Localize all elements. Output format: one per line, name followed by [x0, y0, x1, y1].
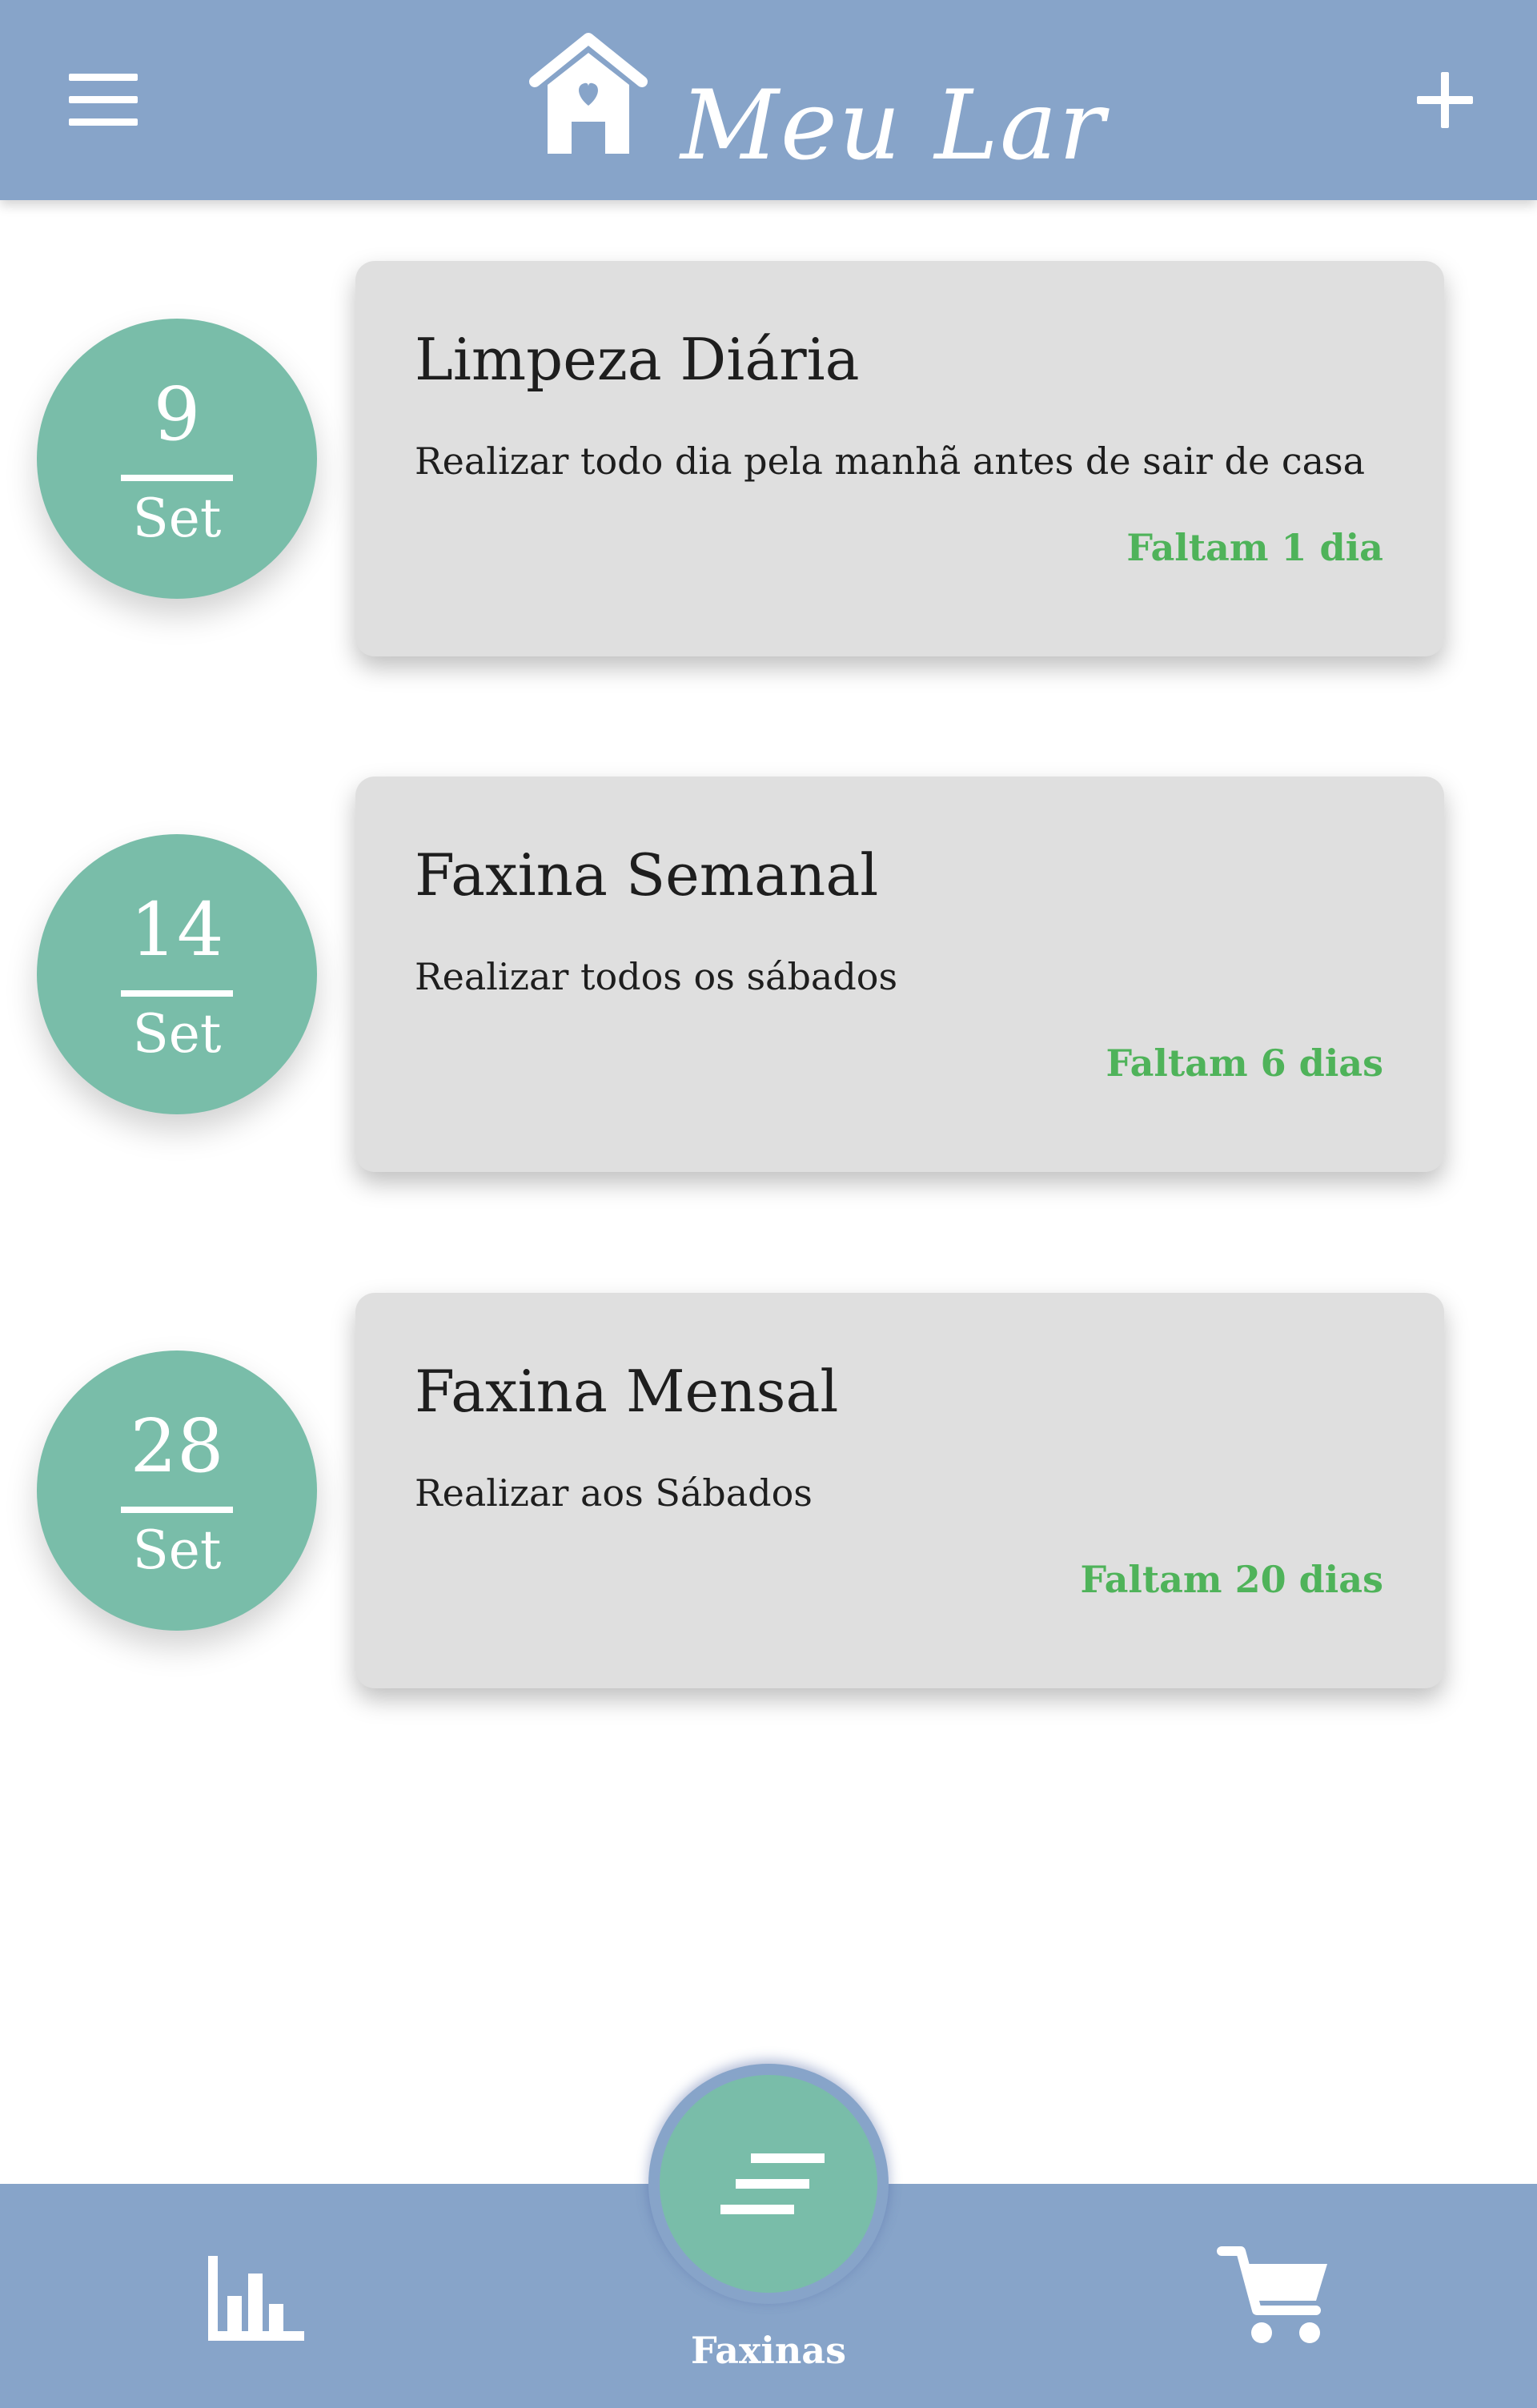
brand: Meu Lar [520, 32, 1105, 182]
date-divider [121, 475, 233, 481]
task-description: Realizar todos os sábados [415, 955, 898, 998]
task-title: Faxina Mensal [415, 1358, 839, 1425]
bar-chart-icon [208, 2256, 304, 2341]
nav-statistics-button[interactable] [200, 2248, 312, 2352]
nav-shopping-button[interactable] [1217, 2240, 1337, 2352]
task-item: 28 Set Faxina Mensal Realizar aos Sábado… [0, 1293, 1537, 1693]
add-task-button[interactable] [1409, 64, 1481, 136]
list-lines-icon [720, 2153, 825, 2214]
shopping-cart-icon [1217, 2246, 1327, 2343]
task-card[interactable]: Limpeza Diária Realizar todo dia pela ma… [355, 261, 1444, 656]
date-day: 9 [153, 371, 201, 457]
date-badge: 9 Set [37, 319, 317, 599]
date-month: Set [132, 1003, 222, 1065]
task-description: Realizar todo dia pela manhã antes de sa… [415, 439, 1366, 483]
date-divider [121, 1507, 233, 1513]
app-header: Meu Lar [0, 0, 1537, 200]
app-title: Meu Lar [680, 70, 1106, 182]
task-remaining-days: Faltam 20 dias [1080, 1558, 1383, 1601]
task-remaining-days: Faltam 1 dia [1126, 526, 1383, 569]
task-item: 9 Set Limpeza Diária Realizar todo dia p… [0, 261, 1537, 661]
task-remaining-days: Faltam 6 dias [1106, 1041, 1383, 1085]
task-card[interactable]: Faxina Semanal Realizar todos os sábados… [355, 777, 1444, 1172]
date-badge: 28 Set [37, 1350, 317, 1631]
task-title: Faxina Semanal [415, 841, 879, 909]
date-divider [121, 990, 233, 997]
menu-button[interactable] [61, 66, 149, 130]
date-badge: 14 Set [37, 834, 317, 1114]
task-title: Limpeza Diária [415, 326, 860, 393]
date-day: 28 [130, 1403, 224, 1489]
date-month: Set [132, 1519, 222, 1581]
date-month: Set [132, 488, 222, 549]
hamburger-menu-icon [69, 74, 138, 126]
task-item: 14 Set Faxina Semanal Realizar todos os … [0, 777, 1537, 1177]
house-heart-icon [529, 33, 648, 154]
task-description: Realizar aos Sábados [415, 1471, 813, 1515]
date-day: 14 [130, 887, 224, 973]
task-card[interactable]: Faxina Mensal Realizar aos Sábados Falta… [355, 1293, 1444, 1688]
nav-active-label: Faxinas [691, 2329, 846, 2372]
nav-faxinas-button[interactable] [660, 2075, 877, 2293]
